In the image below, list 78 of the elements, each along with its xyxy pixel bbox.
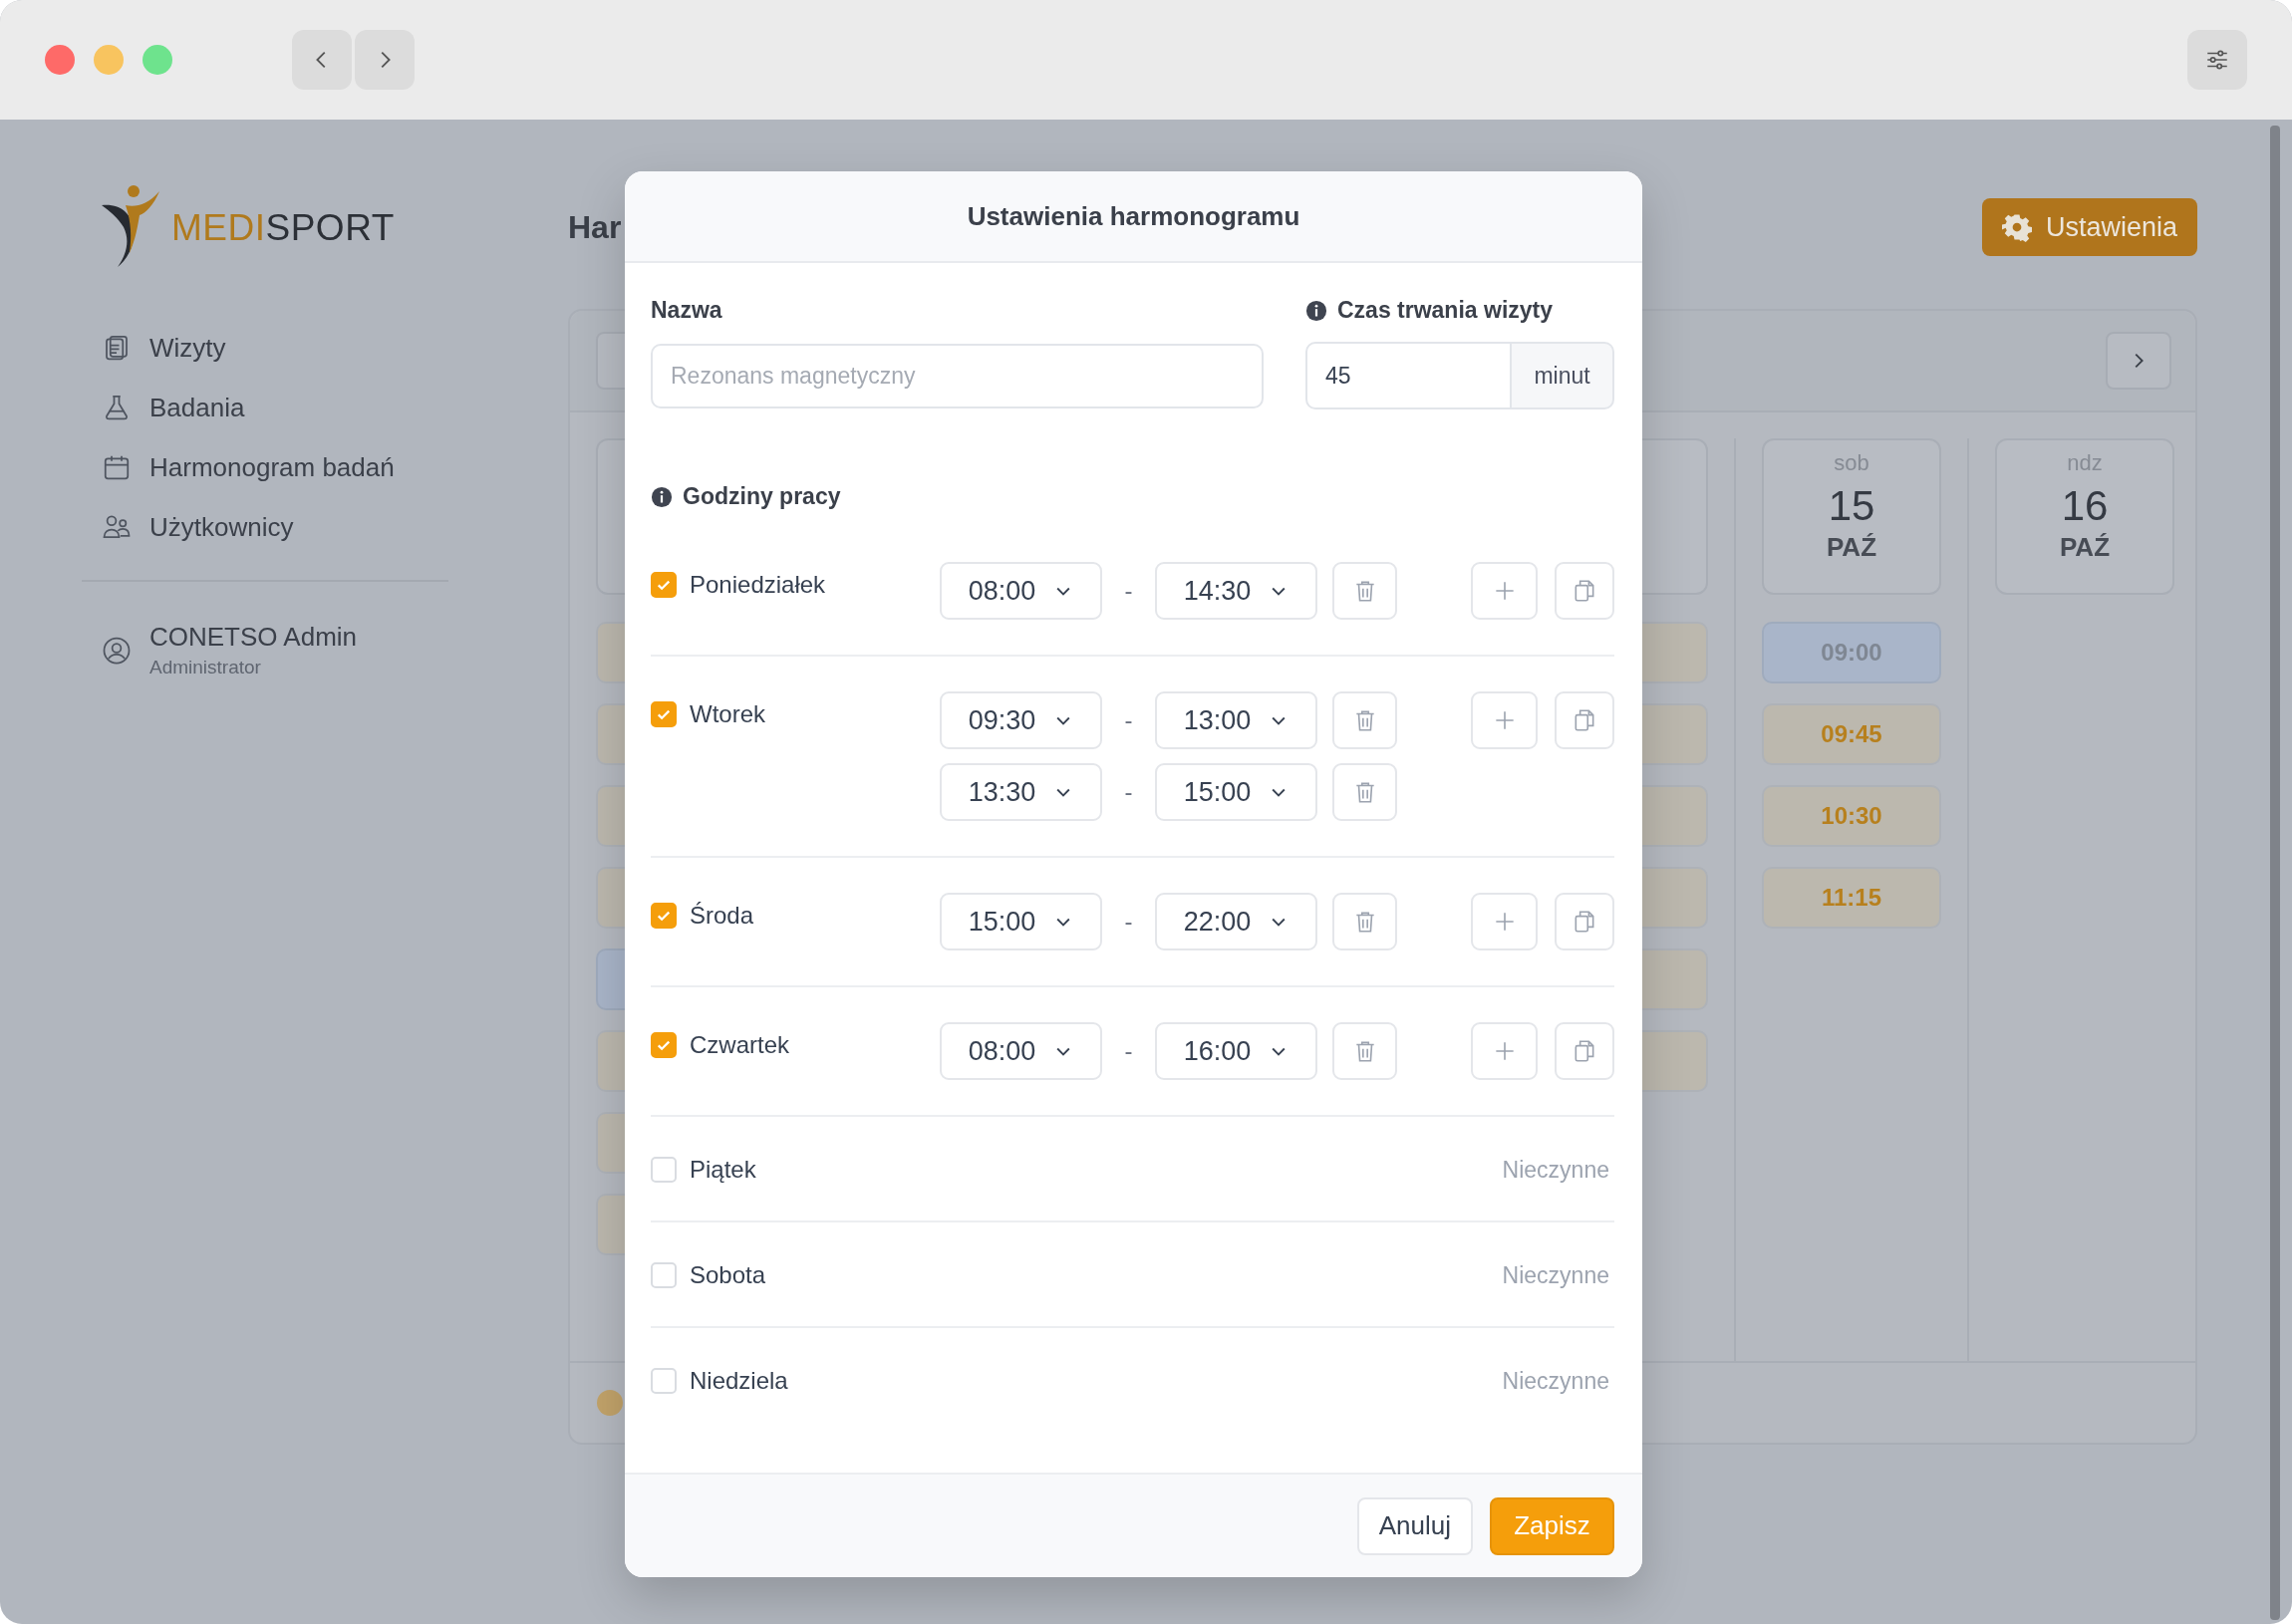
day-label: Wtorek	[690, 699, 765, 729]
time-select[interactable]: 09:30	[940, 691, 1102, 749]
dialog-title: Ustawienia harmonogramu	[967, 200, 1300, 232]
back-button[interactable]	[292, 30, 352, 90]
day-number: 16	[2061, 482, 2109, 530]
menu-item[interactable]: Badania	[102, 391, 568, 424]
day-checkbox[interactable]	[651, 572, 677, 598]
forward-button[interactable]	[355, 30, 415, 90]
info-icon	[651, 485, 673, 508]
settings-button[interactable]	[2187, 30, 2247, 90]
day-checkbox[interactable]	[651, 1157, 677, 1183]
delete-button[interactable]	[1332, 691, 1397, 749]
time-select[interactable]: 22:00	[1155, 893, 1317, 950]
day-label: Poniedziałek	[690, 570, 826, 600]
range-dash: -	[1123, 706, 1134, 734]
next-week-button[interactable]	[2106, 332, 2171, 390]
field-label: Czas trwania wizyty	[1337, 297, 1554, 324]
duration-input[interactable]: 45	[1305, 342, 1512, 409]
menu-item[interactable]: Harmonogram badań	[102, 450, 568, 484]
copy-button[interactable]	[1555, 1022, 1614, 1080]
copy-button[interactable]	[1555, 562, 1614, 620]
add-button[interactable]	[1471, 562, 1538, 620]
closed-label: Nieczynne	[1502, 1156, 1609, 1185]
gear-icon	[2001, 212, 2032, 242]
delete-button[interactable]	[1332, 562, 1397, 620]
name-input[interactable]: Rezonans magnetyczny	[651, 344, 1264, 408]
day-label: Środa	[690, 901, 754, 931]
day-checkbox[interactable]	[651, 1262, 677, 1288]
delete-button[interactable]	[1332, 893, 1397, 950]
day-label: Sobota	[690, 1260, 766, 1290]
range-dash: -	[1123, 908, 1134, 936]
section-label: Godziny pracy	[683, 483, 841, 510]
legend-dot	[597, 1390, 623, 1416]
copy-button[interactable]	[1555, 893, 1614, 950]
zoom-window-button[interactable]	[143, 45, 172, 75]
closed-label: Nieczynne	[1502, 1367, 1609, 1396]
day-label: Piątek	[690, 1155, 756, 1185]
closed-label: Nieczynne	[1502, 1261, 1609, 1290]
time-select[interactable]: 13:00	[1155, 691, 1317, 749]
page-title: Har	[568, 208, 622, 246]
range-dash: -	[1123, 577, 1134, 605]
unit-label: minut	[1512, 342, 1614, 409]
day-checkbox[interactable]	[651, 701, 677, 727]
cancel-button[interactable]: Anuluj	[1356, 1496, 1473, 1555]
info-icon	[1305, 299, 1327, 322]
time-select[interactable]: 13:30	[940, 763, 1102, 821]
time-select[interactable]: 14:30	[1155, 562, 1317, 620]
day-checkbox[interactable]	[651, 903, 677, 929]
month-label: PAŹ	[2059, 532, 2111, 563]
time-select[interactable]: 08:00	[940, 562, 1102, 620]
range-dash: -	[1123, 1037, 1134, 1065]
time-select[interactable]: 08:00	[940, 1022, 1102, 1080]
menu-item[interactable]: Użytkownicy	[102, 510, 568, 544]
scrollbar[interactable]	[2270, 126, 2280, 1620]
add-button[interactable]	[1471, 691, 1538, 749]
time-select[interactable]: 16:00	[1155, 1022, 1317, 1080]
user-role: Administrator	[149, 657, 262, 678]
logo-text: MEDISPORT	[171, 207, 395, 249]
add-button[interactable]	[1471, 1022, 1538, 1080]
delete-button[interactable]	[1332, 1022, 1397, 1080]
range-dash: -	[1123, 778, 1134, 806]
month-label: PAŹ	[1826, 532, 1877, 563]
day-checkbox[interactable]	[651, 1368, 677, 1394]
field-label: Nazwa	[651, 297, 723, 324]
add-button[interactable]	[1471, 893, 1538, 950]
close-window-button[interactable]	[45, 45, 75, 75]
user-name: CONETSO Admin	[149, 622, 358, 653]
copy-button[interactable]	[1555, 691, 1614, 749]
minimize-window-button[interactable]	[94, 45, 124, 75]
time-select[interactable]: 15:00	[940, 893, 1102, 950]
user-icon	[102, 635, 132, 666]
menu-item[interactable]: Wizyty	[102, 331, 568, 365]
time-select[interactable]: 15:00	[1155, 763, 1317, 821]
day-number: 15	[1828, 482, 1875, 530]
day-label: Czwartek	[690, 1030, 790, 1060]
day-checkbox[interactable]	[651, 1032, 677, 1058]
day-label: Niedziela	[690, 1366, 788, 1396]
delete-button[interactable]	[1332, 763, 1397, 821]
